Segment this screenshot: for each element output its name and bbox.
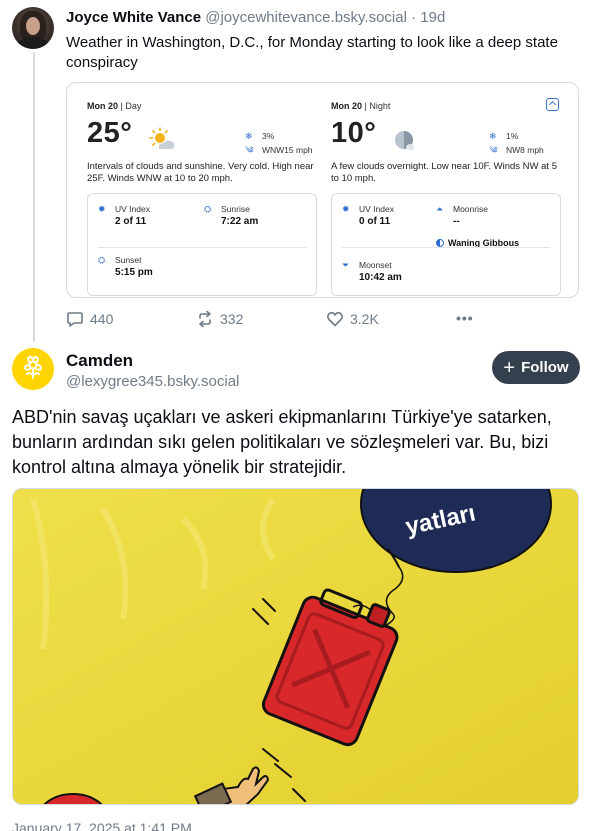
quoted-post[interactable]: Joyce White Vance @joycewhitevance.bsky.…	[0, 0, 589, 340]
repost-icon	[199, 310, 211, 328]
header-separator: ·	[411, 9, 417, 26]
more-options-button[interactable]: •••	[456, 310, 474, 326]
night-description: A few clouds overnight. Low near 10F. Wi…	[331, 161, 557, 184]
day-label: Day	[125, 101, 142, 111]
sunset-label: Sunset	[115, 255, 142, 265]
night-wind-value: NW8 mph	[506, 145, 544, 155]
avatar-face	[26, 17, 40, 35]
night-moonrise: ⏶ Moonrise -- Waning Gibbous	[436, 204, 536, 248]
avatar[interactable]	[12, 348, 54, 390]
day-temperature: 25°	[87, 117, 133, 149]
like-button[interactable]: 3.2K	[326, 310, 379, 328]
moon-cloud-icon	[395, 131, 415, 150]
post-text: ABD'nin savaş uçakları ve askeri ekipman…	[12, 407, 552, 477]
uv-icon: ✹	[342, 204, 350, 214]
sunset-icon: ⛭	[98, 255, 106, 265]
night-precip-value: 1%	[506, 131, 519, 141]
moonset-value: 10:42 am	[359, 272, 402, 283]
day-wind: ༄ WNW15 mph	[245, 143, 313, 157]
uv-value: 2 of 11	[115, 216, 147, 227]
uv-icon: ✹	[98, 204, 106, 214]
reply-button[interactable]: 440	[66, 310, 113, 328]
post-header: Joyce White Vance @joycewhitevance.bsky.…	[66, 9, 445, 26]
day-period: Mon 20 | Day	[87, 101, 142, 111]
weather-day-column: Mon 20 | Day 25° ❄ 3% ༄ WNW15 mph Interval…	[87, 101, 322, 296]
author-name[interactable]: Joyce White Vance	[66, 9, 201, 26]
uv-value: 0 of 11	[359, 216, 391, 227]
flower-icon	[24, 356, 42, 379]
sunset-value: 5:15 pm	[115, 267, 153, 278]
night-details-box: ✹ UV Index 0 of 11 ⏶ Moonrise -- Waning …	[331, 193, 561, 296]
snowflake-icon: ❄	[245, 131, 253, 141]
repost-button[interactable]: 332	[196, 310, 243, 328]
post-image[interactable]: yatları	[12, 488, 579, 805]
post-timestamp: January 17, 2025 at 1:41 PM	[12, 820, 192, 831]
more-icon: •••	[456, 310, 474, 326]
avatar-body	[17, 37, 49, 49]
moonrise-value: --	[453, 216, 460, 227]
night-label: Night	[369, 101, 391, 111]
weather-night-column: Mon 20 | Night 10° ❄ 1% ༄ NW8 mph A few cl…	[331, 101, 566, 296]
wind-icon: ༄	[245, 145, 254, 155]
divider	[98, 247, 306, 248]
day-details-box: ✹ UV Index 2 of 11 ⛭ Sunrise 7:22 am ⛭ S…	[87, 193, 317, 296]
divider	[342, 247, 550, 248]
avatar[interactable]	[12, 7, 54, 49]
day-stats: ❄ 3% ༄ WNW15 mph	[245, 129, 313, 157]
sunrise-label: Sunrise	[221, 204, 250, 214]
night-temperature: 10°	[331, 117, 377, 149]
day-precip-value: 3%	[262, 131, 275, 141]
follow-label: Follow	[521, 359, 569, 376]
sunrise-icon: ⛭	[204, 204, 212, 214]
day-description: Intervals of clouds and sunshine. Very c…	[87, 161, 314, 184]
heart-icon	[327, 311, 343, 327]
moonset-icon: ⏷	[342, 260, 350, 270]
author-name[interactable]: Camden	[66, 351, 133, 371]
author-handle[interactable]: @joycewhitevance.bsky.social	[205, 9, 407, 26]
follow-button[interactable]: + Follow	[492, 351, 580, 384]
moonset-label: Moonset	[359, 260, 392, 270]
sunrise-value: 7:22 am	[221, 216, 259, 227]
day-uv: ✹ UV Index 2 of 11	[98, 204, 150, 228]
moon-phase-icon	[436, 239, 444, 247]
moonrise-label: Moonrise	[453, 204, 488, 214]
repost-count: 332	[220, 311, 244, 327]
post-time[interactable]: 19d	[420, 9, 445, 26]
night-precip: ❄ 1%	[489, 129, 544, 143]
day-sunrise: ⛭ Sunrise 7:22 am	[204, 204, 258, 228]
day-wind-value: WNW15 mph	[262, 145, 313, 155]
night-stats: ❄ 1% ༄ NW8 mph	[489, 129, 544, 157]
night-period: Mon 20 | Night	[331, 101, 391, 111]
weather-image-card[interactable]: Mon 20 | Day 25° ❄ 3% ༄ WNW15 mph Interval…	[66, 82, 579, 298]
day-sunset: ⛭ Sunset 5:15 pm	[98, 255, 153, 279]
weather-card-content: Mon 20 | Day 25° ❄ 3% ༄ WNW15 mph Interval…	[74, 91, 571, 296]
day-date: Mon 20	[87, 101, 119, 111]
post-actions: 440 332 3.2K •••	[66, 310, 486, 330]
reply-count: 440	[90, 311, 114, 327]
plus-icon: +	[503, 356, 516, 379]
moonrise-icon: ⏶	[436, 204, 444, 214]
cartoon-illustration: yatları	[13, 489, 578, 804]
wind-icon: ༄	[489, 145, 498, 155]
snowflake-icon: ❄	[489, 131, 497, 141]
like-count: 3.2K	[350, 311, 379, 327]
night-date: Mon 20	[331, 101, 363, 111]
author-handle[interactable]: @lexygree345.bsky.social	[66, 373, 239, 390]
night-wind: ༄ NW8 mph	[489, 143, 544, 157]
reply-icon	[67, 312, 83, 327]
day-precip: ❄ 3%	[245, 129, 313, 143]
partly-sunny-icon	[149, 127, 175, 149]
night-moonset: ⏷ Moonset 10:42 am	[342, 260, 402, 284]
uv-label: UV Index	[115, 204, 150, 214]
uv-label: UV Index	[359, 204, 394, 214]
post-text: Weather in Washington, D.C., for Monday …	[66, 34, 558, 71]
night-uv: ✹ UV Index 0 of 11	[342, 204, 394, 228]
